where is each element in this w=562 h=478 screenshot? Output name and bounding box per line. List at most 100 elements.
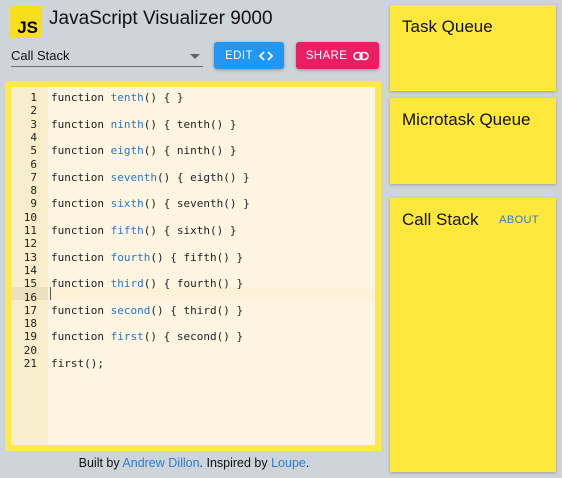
line-number: 18 (23, 317, 37, 331)
code-keyword: function (51, 330, 111, 344)
code-keyword: function (51, 224, 111, 237)
code-rest: () { eigth() } (156, 170, 250, 184)
line-number: 13 (23, 250, 37, 264)
line-number: 11 (23, 224, 37, 237)
about-link[interactable]: ABOUT (499, 214, 539, 226)
line-number: 6 (30, 157, 37, 171)
code-text: function second() { third() } (51, 304, 243, 317)
code-keyword: function (51, 144, 111, 158)
code-editor-area[interactable]: 1 function tenth() { } 2 3 function ninth() … (11, 87, 375, 445)
share-button-label: SHARE (305, 49, 348, 62)
code-line: 14 (11, 264, 375, 277)
line-number: 19 (23, 330, 37, 344)
line-number: 10 (23, 210, 37, 224)
footer-credits: Built by Andrew Dillon. Inspired by Loup… (0, 456, 388, 470)
line-number: 5 (30, 144, 37, 158)
line-number: 21 (23, 357, 37, 370)
edit-button[interactable]: EDIT (214, 42, 284, 69)
code-text: function ninth() { tenth() } (51, 118, 236, 131)
code-rest: () { } (143, 91, 184, 104)
edit-button-label: EDIT (225, 49, 253, 62)
code-line: 13 function fourth() { fifth() } (11, 251, 375, 264)
code-line: 4 (11, 131, 375, 144)
code-keyword: first(); (51, 357, 104, 370)
code-rest: () { third() } (150, 303, 244, 317)
chevron-down-icon (190, 54, 200, 59)
code-line: 15 function third() { fourth() } (11, 277, 375, 290)
code-rest: () { second() } (143, 330, 244, 344)
link-icon (353, 51, 370, 61)
task-queue-title: Task Queue (402, 17, 493, 36)
code-line: 16 (11, 291, 375, 304)
line-number: 8 (30, 184, 37, 198)
code-keyword: function (51, 197, 111, 211)
function-name: fifth (110, 224, 144, 237)
app-title: JavaScript Visualizer 9000 (49, 8, 273, 29)
code-line: 8 (11, 184, 375, 197)
code-line: 2 (11, 104, 375, 117)
code-text: function fourth() { fifth() } (51, 251, 243, 264)
line-number: 15 (23, 277, 37, 291)
footer-prefix: Built by (78, 456, 123, 470)
microtask-queue-title: Microtask Queue (402, 110, 531, 129)
line-number: 12 (23, 237, 37, 251)
author-link[interactable]: Andrew Dillon (122, 456, 199, 470)
microtask-queue-panel: Microtask Queue (390, 98, 556, 184)
example-select-value: Call Stack (11, 48, 70, 63)
code-line: 11 function fifth() { sixth() } (11, 224, 375, 237)
inspiration-link[interactable]: Loupe (271, 456, 306, 470)
function-name: eigth (110, 144, 144, 158)
code-line: 3 function ninth() { tenth() } (11, 118, 375, 131)
code-rest: () { sixth() } (143, 224, 237, 237)
logo-text: JS (17, 18, 38, 37)
code-line: 20 (11, 344, 375, 357)
code-keyword: function (51, 170, 111, 184)
code-line: 6 (11, 158, 375, 171)
line-number: 2 (30, 104, 37, 118)
code-text: function first() { second() } (51, 330, 243, 343)
code-line: 18 (11, 317, 375, 330)
line-number: 16 (23, 290, 37, 304)
code-line: 12 (11, 237, 375, 250)
line-number: 1 (30, 91, 37, 104)
code-text: function seventh() { eigth() } (51, 171, 250, 184)
text-cursor (50, 287, 51, 300)
function-name: ninth (110, 117, 144, 131)
code-editor[interactable]: 1 function tenth() { } 2 3 function ninth() … (5, 81, 381, 451)
code-keyword: function (51, 303, 111, 317)
code-rest: () { fourth() } (143, 277, 244, 291)
example-select[interactable]: Call Stack (11, 45, 203, 67)
function-name: third (110, 277, 144, 291)
code-line: 1 function tenth() { } (11, 91, 375, 104)
code-keyword: function (51, 91, 111, 104)
function-name: second (110, 303, 151, 317)
code-keyword: function (51, 250, 111, 264)
line-number: 3 (30, 117, 37, 131)
line-number: 7 (30, 170, 37, 184)
code-rest: () { seventh() } (143, 197, 250, 211)
code-line: 21 first(); (11, 357, 375, 370)
function-name: fourth (110, 250, 151, 264)
share-button[interactable]: SHARE (296, 42, 379, 69)
function-name: tenth (110, 91, 144, 104)
code-text: function tenth() { } (51, 91, 183, 104)
line-number: 17 (23, 303, 37, 317)
line-number: 4 (30, 130, 37, 144)
code-line: 9 function sixth() { seventh() } (11, 197, 375, 210)
call-stack-panel: Call Stack ABOUT (390, 198, 556, 472)
js-logo: JS (9, 6, 41, 38)
code-text: function eigth() { ninth() } (51, 144, 236, 157)
function-name: sixth (110, 197, 144, 211)
function-name: seventh (110, 170, 157, 184)
call-stack-title: Call Stack (402, 210, 479, 229)
line-number: 14 (23, 263, 37, 277)
code-text: function sixth() { seventh() } (51, 197, 250, 210)
line-number: 20 (23, 343, 37, 357)
line-number: 9 (30, 197, 37, 211)
code-text: first(); (51, 357, 104, 370)
code-line: 17 function second() { third() } (11, 304, 375, 317)
code-line: 7 function seventh() { eigth() } (11, 171, 375, 184)
footer-middle: . Inspired by (199, 456, 272, 470)
code-line: 5 function eigth() { ninth() } (11, 144, 375, 157)
code-line: 10 (11, 211, 375, 224)
